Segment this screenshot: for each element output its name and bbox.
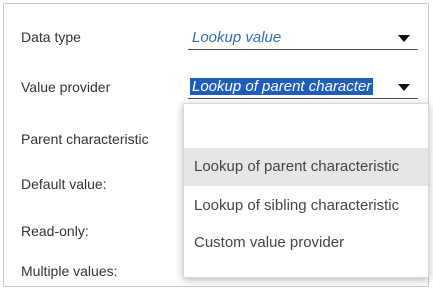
dropdown-option-custom[interactable]: Custom value provider <box>194 234 344 251</box>
parent-characteristic-label: Parent characteristic <box>21 131 149 147</box>
value-provider-dropdown[interactable]: Lookup of parent characteristic Lookup o… <box>183 103 429 278</box>
caret-down-icon[interactable] <box>398 35 410 42</box>
data-type-value: Lookup value <box>192 29 282 46</box>
value-provider-select[interactable]: Lookup of parent character <box>188 75 418 99</box>
default-value-label: Default value: <box>21 176 107 192</box>
data-type-select[interactable]: Lookup value <box>188 26 418 50</box>
read-only-label: Read-only: <box>21 223 89 239</box>
dropdown-option-sibling[interactable]: Lookup of sibling characteristic <box>194 197 399 214</box>
dropdown-option-parent[interactable]: Lookup of parent characteristic <box>184 148 428 186</box>
multiple-values-label: Multiple values: <box>21 263 118 279</box>
data-type-label: Data type <box>21 29 81 45</box>
value-provider-value: Lookup of parent character <box>190 78 374 95</box>
caret-down-icon[interactable] <box>398 84 410 91</box>
value-provider-label: Value provider <box>21 79 111 95</box>
dropdown-option-label: Lookup of parent characteristic <box>194 158 400 175</box>
